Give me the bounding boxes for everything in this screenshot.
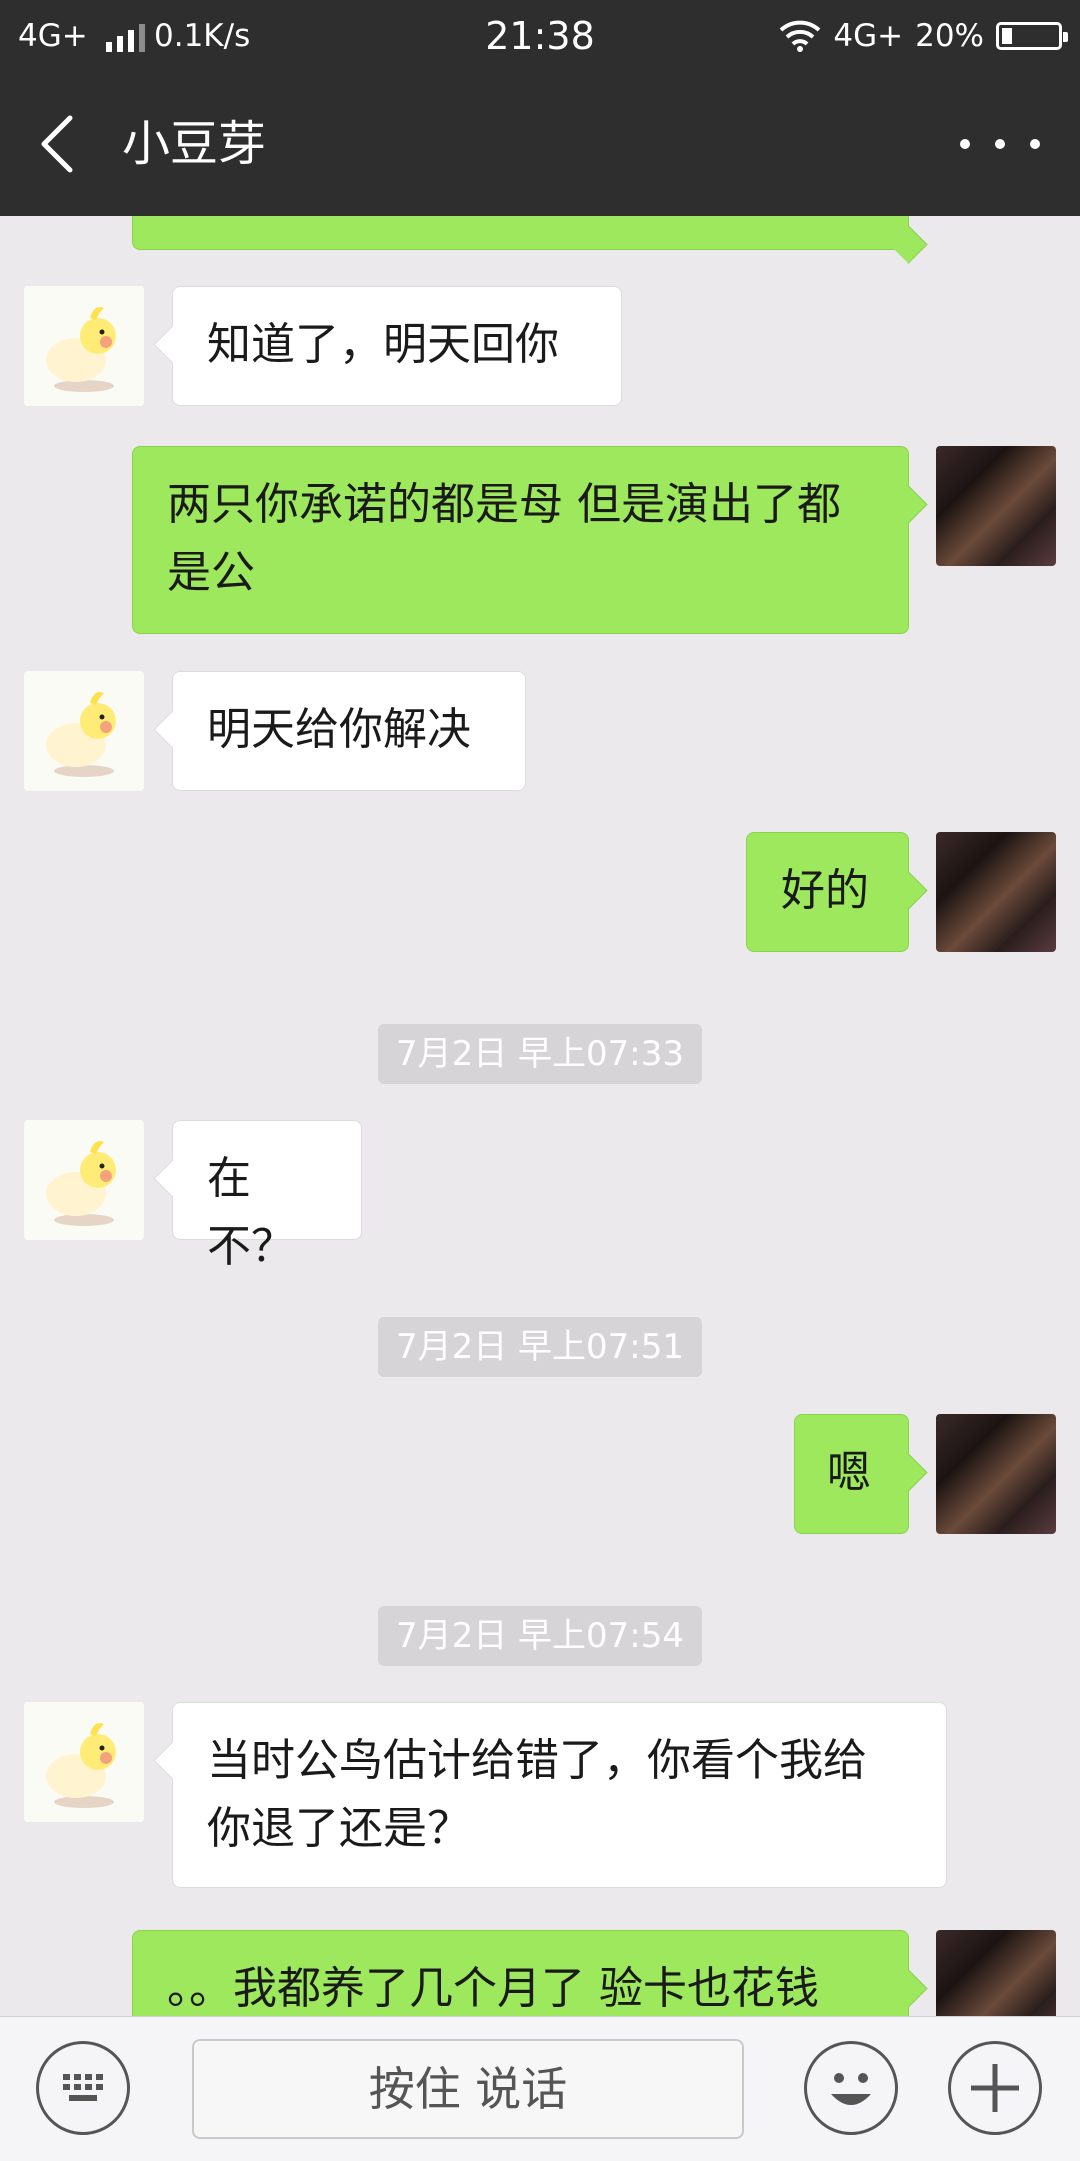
message-bubble-incoming[interactable]: 知道了，明天回你 bbox=[172, 286, 622, 406]
timestamp-text: 7月2日 早上07:33 bbox=[377, 1024, 703, 1084]
plus-icon bbox=[971, 2064, 1019, 2112]
message-text: 明天给你解决 bbox=[207, 704, 471, 755]
message-bubble-outgoing[interactable]: 好的 bbox=[746, 832, 909, 952]
input-bar: 按住 说话 bbox=[0, 2016, 1080, 2161]
timestamp-text: 7月2日 早上07:54 bbox=[377, 1606, 703, 1666]
chat-title: 小豆芽 bbox=[122, 116, 267, 172]
message-text-line2: 你退了还是？ bbox=[207, 1803, 471, 1854]
message-bubble-outgoing[interactable] bbox=[132, 216, 909, 250]
message-bubble-outgoing[interactable]: 。。我都养了几个月了 验卡也花钱 bbox=[132, 1930, 909, 2016]
keyboard-toggle-button[interactable] bbox=[36, 2041, 130, 2135]
keyboard-icon bbox=[63, 2074, 103, 2101]
status-right: 4G+ 20% bbox=[779, 16, 1068, 56]
self-avatar[interactable] bbox=[936, 1414, 1056, 1534]
emoji-button[interactable] bbox=[804, 2041, 898, 2135]
add-button[interactable] bbox=[948, 2041, 1042, 2135]
contact-avatar[interactable] bbox=[24, 671, 144, 791]
timestamp: 7月2日 早上07:54 bbox=[0, 1606, 1080, 1666]
timestamp: 7月2日 早上07:51 bbox=[0, 1317, 1080, 1377]
network-type-right: 4G+ bbox=[833, 18, 904, 54]
message-text: 两只你承诺的都是母 但是演出了都 bbox=[167, 479, 841, 530]
contact-avatar[interactable] bbox=[24, 1702, 144, 1822]
chat-area[interactable]: 知道了，明天回你 两只你承诺的都是母 但是演出了都 是公 明天给你解决 好的 7… bbox=[0, 216, 1080, 2016]
battery-percent: 20% bbox=[915, 18, 984, 54]
self-avatar[interactable] bbox=[936, 446, 1056, 566]
message-text: 好的 bbox=[781, 865, 869, 916]
self-avatar[interactable] bbox=[936, 832, 1056, 952]
contact-avatar[interactable] bbox=[24, 286, 144, 406]
message-bubble-outgoing[interactable]: 两只你承诺的都是母 但是演出了都 是公 bbox=[132, 446, 909, 634]
chat-header: 小豆芽 bbox=[0, 72, 1080, 216]
smiley-icon bbox=[831, 2073, 871, 2105]
message-bubble-incoming[interactable]: 明天给你解决 bbox=[172, 671, 526, 791]
message-text: 嗯 bbox=[827, 1447, 871, 1498]
timestamp-text: 7月2日 早上07:51 bbox=[377, 1317, 703, 1377]
message-bubble-incoming[interactable]: 在不？ bbox=[172, 1120, 362, 1272]
hold-to-talk-button[interactable]: 按住 说话 bbox=[192, 2039, 744, 2139]
self-avatar[interactable] bbox=[936, 1930, 1056, 2016]
contact-avatar[interactable] bbox=[24, 1120, 144, 1240]
message-text-line2: 是公 bbox=[167, 547, 255, 598]
message-text: 知道了，明天回你 bbox=[207, 319, 559, 370]
message-bubble-outgoing[interactable]: 嗯 bbox=[794, 1414, 909, 1534]
message-bubble-incoming[interactable]: 当时公鸟估计给错了，你看个我给 你退了还是？ bbox=[172, 1702, 947, 1888]
timestamp: 7月2日 早上07:33 bbox=[0, 1024, 1080, 1084]
message-text: 当时公鸟估计给错了，你看个我给 bbox=[207, 1735, 867, 1786]
battery-icon bbox=[996, 22, 1068, 50]
more-options-icon[interactable] bbox=[960, 122, 1040, 166]
status-bar: 4G+ 0.1K/s 21:38 4G+ 20% bbox=[0, 0, 1080, 72]
message-text: 。。我都养了几个月了 验卡也花钱 bbox=[167, 1963, 819, 2014]
message-text: 在不？ bbox=[207, 1153, 295, 1272]
back-icon[interactable] bbox=[30, 110, 90, 178]
wifi-icon bbox=[780, 20, 821, 52]
